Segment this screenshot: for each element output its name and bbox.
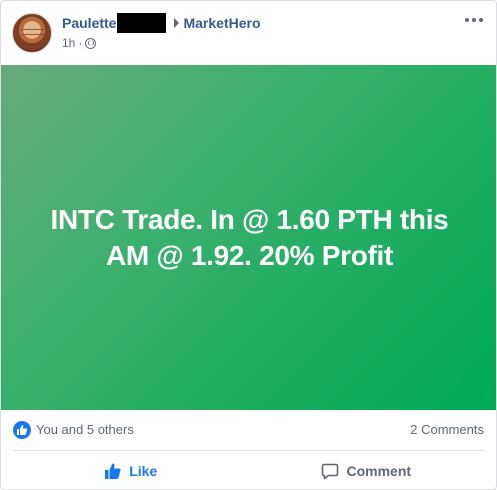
author-avatar[interactable] xyxy=(12,13,52,53)
post-body-text: INTC Trade. In @ 1.60 PTH this AM @ 1.92… xyxy=(50,203,449,271)
comment-button[interactable]: Comment xyxy=(249,451,485,489)
speech-bubble-icon xyxy=(322,463,339,480)
comments-count[interactable]: 2 Comments xyxy=(410,422,484,437)
post-actions: Like Comment xyxy=(1,451,496,489)
post-header: Paulette MarketHero 1h · xyxy=(1,1,496,65)
post-time[interactable]: 1h xyxy=(62,36,75,50)
more-dot xyxy=(465,18,469,22)
post-stats: You and 5 others 2 Comments xyxy=(1,410,496,450)
thumbs-up-reaction-icon[interactable] xyxy=(13,421,31,439)
post-meta: 1h · xyxy=(62,35,97,51)
author-name[interactable]: Paulette xyxy=(62,15,116,31)
feed-post: Paulette MarketHero 1h · INTC Trade. In … xyxy=(0,0,497,490)
like-label: Like xyxy=(129,463,158,479)
author-line: Paulette MarketHero xyxy=(62,13,261,33)
post-hero[interactable]: INTC Trade. In @ 1.60 PTH this AM @ 1.92… xyxy=(1,65,496,410)
redacted-name xyxy=(117,13,167,33)
reactions-summary[interactable]: You and 5 others xyxy=(36,422,134,437)
like-button[interactable]: Like xyxy=(13,451,249,489)
more-dot xyxy=(472,18,476,22)
globe-icon[interactable] xyxy=(85,37,97,49)
avatar-glasses xyxy=(22,29,44,35)
more-options-icon[interactable] xyxy=(462,11,486,29)
meta-separator: · xyxy=(78,36,83,50)
thumbs-up-icon xyxy=(105,463,121,479)
caret-right-icon xyxy=(174,18,180,28)
group-name[interactable]: MarketHero xyxy=(183,15,260,31)
more-dot xyxy=(479,18,483,22)
comment-label: Comment xyxy=(346,463,412,479)
